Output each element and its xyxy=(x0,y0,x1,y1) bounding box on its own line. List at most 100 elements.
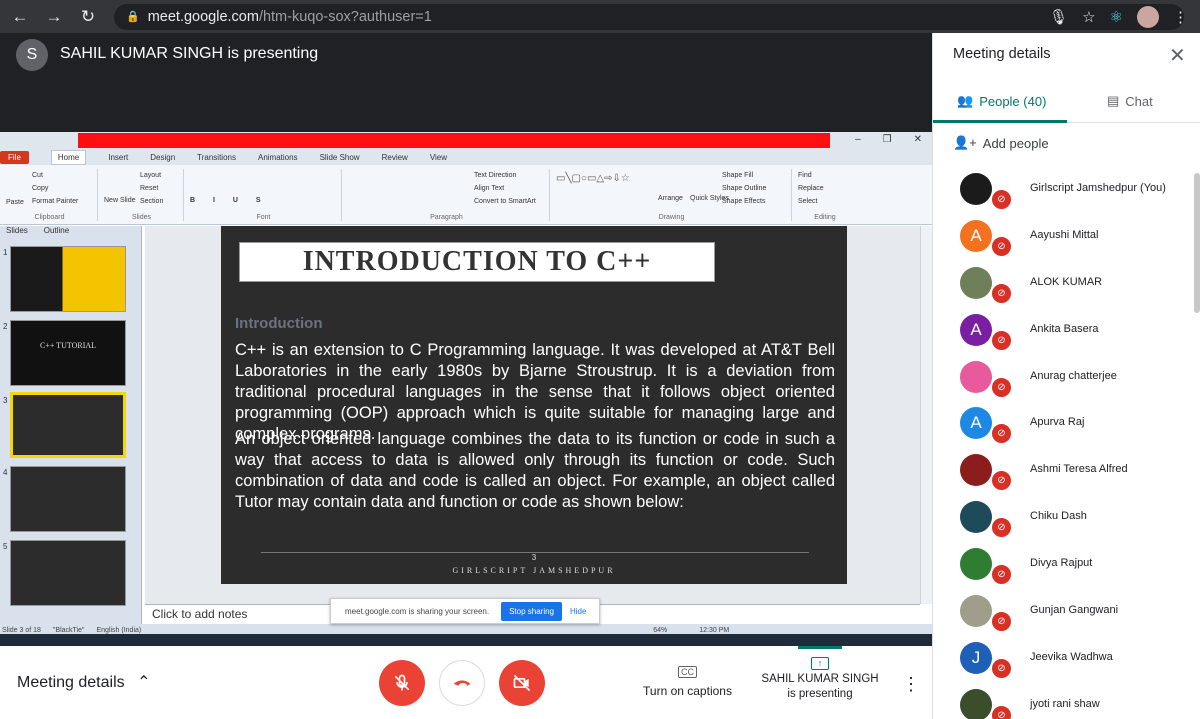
theme-name: "BlackTie" xyxy=(52,626,85,634)
forward-arrow-icon[interactable]: → xyxy=(40,7,68,27)
participant-name: Aayushi Mittal xyxy=(1030,228,1099,241)
presenting-indicator xyxy=(798,646,842,649)
participant-row[interactable]: ⊘ Ashmi Teresa Alfred xyxy=(933,448,1191,495)
find-button[interactable]: Find xyxy=(798,172,812,179)
thumb2-title: C++ TUTORIAL xyxy=(39,341,97,350)
shapes-gallery[interactable]: ▭╲▢○▭△⇨⇩☆ xyxy=(556,173,630,184)
slide-thumbnail-1[interactable] xyxy=(10,246,126,312)
url-path: /htm-kuqo-sox?authuser=1 xyxy=(258,8,432,25)
participant-name: ALOK KUMAR xyxy=(1030,275,1103,288)
mic-indicator-icon[interactable]: 🎙 xyxy=(1049,8,1068,26)
url-host: meet.google.com xyxy=(147,8,259,25)
close-window-icon[interactable]: ✕ xyxy=(914,134,922,145)
reload-icon[interactable]: ↻ xyxy=(74,7,102,27)
share-notice-text: meet.google.com is sharing your screen. xyxy=(345,606,490,616)
menu-dots-icon[interactable]: ⋮ xyxy=(1173,8,1188,26)
arrange-button[interactable]: Arrange xyxy=(658,195,683,202)
section-button[interactable]: Section xyxy=(140,198,163,205)
captions-button[interactable]: CC Turn on captions xyxy=(640,664,735,698)
participant-row[interactable]: ⊘ Divya Rajput xyxy=(933,542,1191,589)
cut-button[interactable]: Cut xyxy=(32,172,43,179)
align-text-button[interactable]: Align Text xyxy=(474,185,504,192)
window-controls: – ❐ ✕ xyxy=(855,134,922,145)
chevron-up-icon: ⌃ xyxy=(137,674,151,691)
shape-effects-button[interactable]: Shape Effects xyxy=(722,198,765,205)
ppt-tab-insert[interactable]: Insert xyxy=(108,153,128,162)
hide-notice-button[interactable]: Hide xyxy=(570,607,586,616)
toolbar-right: 🎙 ☆ ⚛ ⋮ xyxy=(1049,6,1188,28)
participant-row[interactable]: A ⊘ Aayushi Mittal xyxy=(933,214,1191,261)
format-painter-button[interactable]: Format Painter xyxy=(32,198,78,205)
participant-row[interactable]: J ⊘ Jeevika Wadhwa xyxy=(933,636,1191,683)
stop-sharing-button[interactable]: Stop sharing xyxy=(501,601,562,621)
camera-off-button[interactable] xyxy=(499,660,545,706)
ppt-tab-view[interactable]: View xyxy=(430,153,447,162)
minimize-icon[interactable]: – xyxy=(855,134,861,145)
select-button[interactable]: Select xyxy=(798,198,817,205)
slide-title: INTRODUCTION TO C++ xyxy=(302,246,652,277)
address-bar[interactable]: 🔒 meet.google.com /htm-kuqo-sox?authuser… xyxy=(114,3,1184,30)
participant-scrollbar[interactable] xyxy=(1194,173,1200,313)
current-slide[interactable]: INTRODUCTION TO C++ Introduction C++ is … xyxy=(221,226,847,584)
star-icon[interactable]: ☆ xyxy=(1082,8,1095,26)
font-format-buttons[interactable]: B I U S xyxy=(190,197,269,204)
close-icon[interactable]: ✕ xyxy=(1169,43,1186,68)
participant-avatar: A xyxy=(960,313,992,346)
presenting-status-button[interactable]: ↑ SAHIL KUMAR SINGH is presenting xyxy=(760,646,880,702)
participant-avatar xyxy=(960,595,992,628)
slide-thumbnail-2[interactable]: C++ TUTORIAL xyxy=(10,320,126,386)
text-direction-button[interactable]: Text Direction xyxy=(474,172,516,179)
participant-row[interactable]: A ⊘ Apurva Raj xyxy=(933,401,1191,448)
restore-icon[interactable]: ❐ xyxy=(883,134,892,145)
participant-row[interactable]: ⊘ jyoti rani shaw xyxy=(933,683,1191,719)
ppt-tab-slideshow[interactable]: Slide Show xyxy=(320,153,360,162)
participant-avatar xyxy=(960,360,992,393)
ppt-tab-file[interactable]: File xyxy=(0,150,29,164)
profile-avatar[interactable] xyxy=(1137,6,1159,28)
participant-row[interactable]: ⊘ Anurag chatterjee xyxy=(933,355,1191,402)
participant-row[interactable]: ⊘ Chiku Dash xyxy=(933,495,1191,542)
participant-name: Ashmi Teresa Alfred xyxy=(1030,463,1128,476)
muted-mic-icon: ⊘ xyxy=(990,516,1013,540)
ppt-tab-transitions[interactable]: Transitions xyxy=(197,153,236,162)
outline-tab[interactable]: Outline xyxy=(44,226,69,238)
extension-icon[interactable]: ⚛ xyxy=(1110,8,1123,26)
slide-title-box[interactable]: INTRODUCTION TO C++ xyxy=(239,242,715,282)
ppt-tab-animations[interactable]: Animations xyxy=(258,153,298,162)
more-options-icon[interactable]: ⋮ xyxy=(902,674,920,695)
replace-button[interactable]: Replace xyxy=(798,185,824,192)
slide-scrollbar[interactable] xyxy=(920,226,932,604)
slide-thumbnail-4[interactable] xyxy=(10,466,126,532)
tab-people[interactable]: 👥 People (40) xyxy=(957,93,1046,109)
zoom-level[interactable]: 64% xyxy=(653,627,667,634)
shape-fill-button[interactable]: Shape Fill xyxy=(722,172,753,179)
paste-button[interactable]: Paste xyxy=(6,199,24,206)
tab-chat[interactable]: ▤ Chat xyxy=(1107,93,1153,109)
back-arrow-icon[interactable]: ← xyxy=(6,7,34,27)
camera-off-icon xyxy=(513,674,531,692)
layout-button[interactable]: Layout xyxy=(140,172,161,179)
shape-outline-button[interactable]: Shape Outline xyxy=(722,185,766,192)
ppt-tab-review[interactable]: Review xyxy=(382,153,408,162)
participant-row[interactable]: ⊘ Gunjan Gangwani xyxy=(933,589,1191,636)
participant-row[interactable]: A ⊘ Ankita Basera xyxy=(933,308,1191,355)
copy-button[interactable]: Copy xyxy=(32,185,48,192)
meeting-details-toggle[interactable]: Meeting details ⌃ xyxy=(17,672,150,692)
participant-row[interactable]: ⊘ Girlscript Jamshedpur (You) xyxy=(933,167,1191,214)
mic-off-button[interactable] xyxy=(379,660,425,706)
ppt-tab-design[interactable]: Design xyxy=(150,153,175,162)
add-people-button[interactable]: 👤+ Add people xyxy=(953,135,1049,151)
panel-tabs: 👥 People (40) ▤ Chat xyxy=(933,85,1200,123)
leave-call-button[interactable] xyxy=(439,660,485,706)
slides-pane: Slides Outline 1 2 C++ TUTORIAL 3 4 5 xyxy=(0,226,142,624)
slide-thumbnail-5[interactable] xyxy=(10,540,126,606)
slide-thumbnail-3[interactable] xyxy=(10,392,126,458)
call-controls: Meeting details ⌃ CC Turn on captions ↑ … xyxy=(0,646,932,719)
slides-tab[interactable]: Slides xyxy=(6,226,28,238)
clock: 12:30 PM xyxy=(699,626,730,634)
ppt-tab-home[interactable]: Home xyxy=(50,149,87,165)
convert-smartart-button[interactable]: Convert to SmartArt xyxy=(474,198,536,205)
participant-row[interactable]: ⊘ ALOK KUMAR xyxy=(933,261,1191,308)
new-slide-button[interactable]: New Slide xyxy=(104,197,136,204)
reset-button[interactable]: Reset xyxy=(140,185,158,192)
